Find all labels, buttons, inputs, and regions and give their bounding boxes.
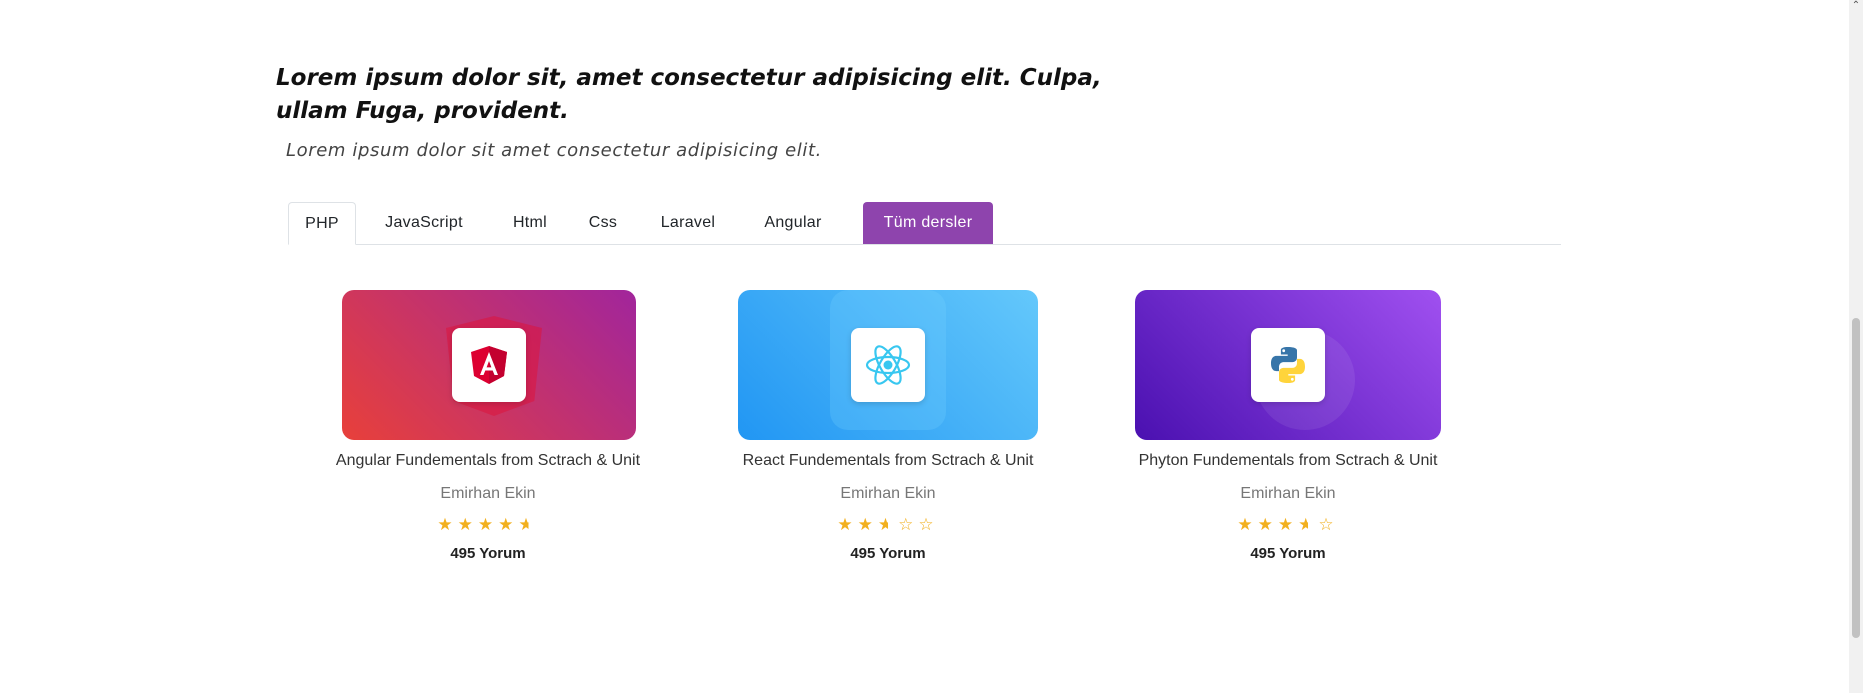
star-empty-icon: ☆	[1318, 515, 1339, 534]
star-full-icon: ★	[1257, 515, 1278, 534]
star-full-icon: ★	[837, 515, 858, 534]
star-half-icon: ★	[1298, 515, 1319, 534]
scrollbar-thumb[interactable]	[1852, 318, 1860, 638]
star-full-icon: ★	[437, 515, 458, 534]
course-author: Emirhan Ekin	[840, 485, 936, 502]
tab-angular[interactable]: Angular	[742, 202, 844, 244]
course-tabs: PHP JavaScript Html Css Laravel Angular …	[288, 202, 1561, 245]
tab-html[interactable]: Html	[492, 202, 568, 244]
course-title[interactable]: Phyton Fundementals from Sctrach & Unit	[1128, 452, 1448, 470]
star-half-icon: ★	[518, 515, 539, 534]
section-heading: Lorem ipsum dolor sit, amet consectetur …	[276, 65, 1102, 124]
course-card[interactable]: Phyton Fundementals from Sctrach & Unit …	[1128, 290, 1448, 580]
angular-icon-tile	[452, 328, 526, 402]
react-icon-tile	[851, 328, 925, 402]
angular-icon	[471, 346, 507, 384]
tab-javascript[interactable]: JavaScript	[360, 202, 488, 244]
course-title[interactable]: React Fundementals from Sctrach & Unit	[729, 452, 1047, 470]
rating-stars: ★★★★☆	[1128, 515, 1448, 535]
scroll-up-arrow-icon[interactable]: ⌃	[1851, 0, 1861, 12]
course-thumbnail[interactable]	[738, 290, 1038, 440]
star-full-icon: ★	[1237, 515, 1258, 534]
star-empty-icon: ☆	[918, 515, 939, 534]
python-icon	[1271, 347, 1305, 383]
tab-php[interactable]: PHP	[288, 202, 356, 245]
star-empty-icon: ☆	[898, 515, 919, 534]
course-title[interactable]: Angular Fundementals from Sctrach & Unit	[331, 452, 645, 470]
course-thumbnail[interactable]	[342, 290, 636, 440]
course-author: Emirhan Ekin	[440, 485, 536, 502]
python-icon-tile	[1251, 328, 1325, 402]
section-subheading: Lorem ipsum dolor sit amet consectetur a…	[286, 140, 822, 161]
review-count: 495 Yorum	[1250, 545, 1326, 562]
rating-stars: ★★★★★	[331, 515, 645, 535]
star-half-icon: ★	[877, 515, 899, 534]
tab-all-courses[interactable]: Tüm dersler	[863, 202, 993, 244]
course-card[interactable]: Angular Fundementals from Sctrach & Unit…	[331, 290, 645, 580]
react-icon	[865, 345, 911, 385]
tab-laravel[interactable]: Laravel	[638, 202, 738, 244]
rating-stars: ★★★☆☆	[729, 515, 1047, 535]
tab-css[interactable]: Css	[572, 202, 634, 244]
star-full-icon: ★	[857, 515, 878, 534]
star-full-icon: ★	[498, 515, 519, 534]
star-full-icon: ★	[457, 515, 478, 534]
star-full-icon: ★	[1277, 515, 1299, 534]
page-scrollbar[interactable]: ⌃	[1849, 0, 1863, 693]
review-count: 495 Yorum	[850, 545, 926, 562]
course-thumbnail[interactable]	[1135, 290, 1441, 440]
star-full-icon: ★	[477, 515, 499, 534]
course-card[interactable]: React Fundementals from Sctrach & Unit E…	[729, 290, 1047, 580]
review-count: 495 Yorum	[450, 545, 526, 562]
course-author: Emirhan Ekin	[1240, 485, 1336, 502]
